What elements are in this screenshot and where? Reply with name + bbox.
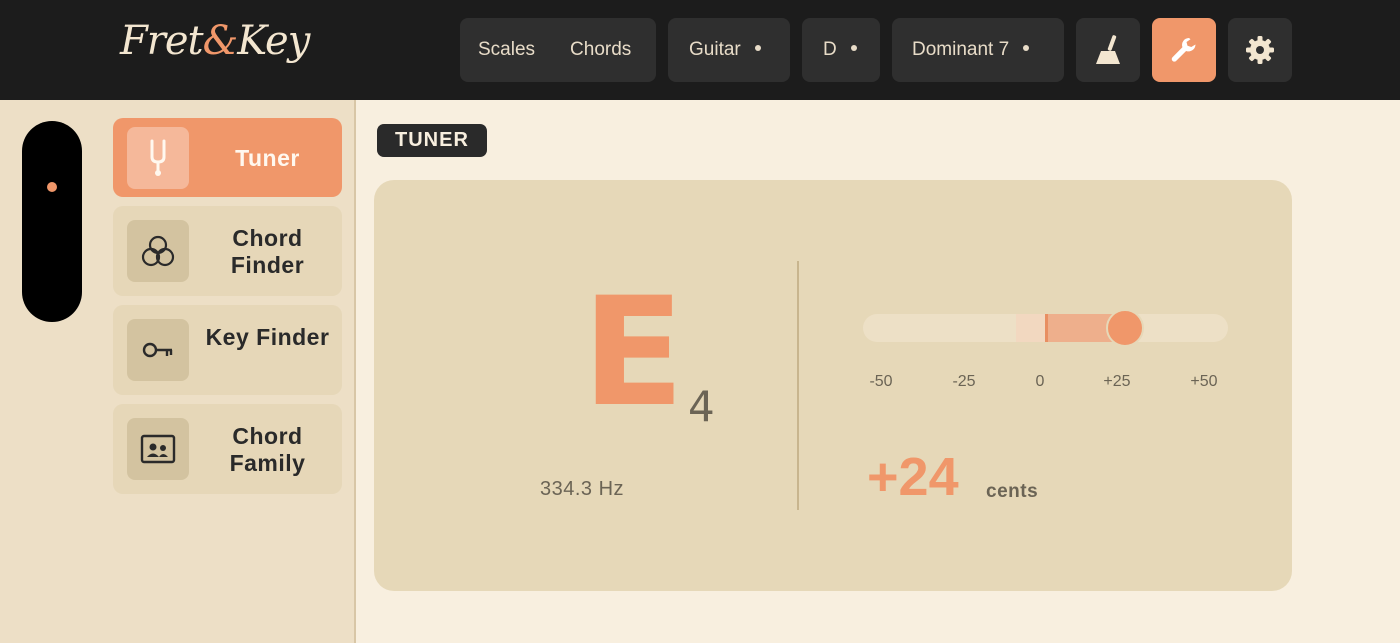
detected-note: E [582,266,685,440]
chord-type-select-value: Dominant 7 [912,39,1010,60]
instrument-select-value: Guitar [689,39,741,60]
key-icon [127,319,189,381]
sidebar-item-key-finder[interactable]: Key Finder [113,305,342,395]
sidebar-item-label: Tuner [235,145,300,171]
scale-tick: 0 [1035,373,1045,390]
cents-unit-label: cents [986,481,1039,502]
tools-button[interactable] [1152,18,1216,82]
root-note-select[interactable]: D [802,18,880,82]
frequency-readout: 334.3 Hz [540,478,625,500]
logo-ampersand: & [202,18,239,64]
cents-meter [863,309,1228,347]
tuning-fork-icon [127,127,189,189]
scale-tick: -50 [869,373,893,390]
note-octave: 4 [688,382,715,431]
scale-tick: +25 [1103,373,1131,390]
sidebar-item-label: Key Finder [205,324,330,350]
logo-text-fret: Fret [120,18,204,64]
root-note-select-value: D [823,39,837,60]
panel-divider [797,261,799,510]
sidebar-item-tuner[interactable]: Tuner [113,118,342,197]
sidebar-item-chord-family[interactable]: Chord Family [113,404,342,494]
dropdown-dot-icon [754,45,761,51]
scrollbar-thumb[interactable] [47,182,57,192]
logo-text-key: Key [237,18,310,64]
gear-icon [1246,36,1274,64]
meter-needle [1105,309,1144,347]
top-bar: Fret&Key Scales Chords Guitar D Dominant… [0,0,1400,100]
scale-tick: +50 [1190,373,1218,390]
contacts-card-icon [127,418,189,480]
side-scrollbar[interactable] [22,121,82,322]
clear-button[interactable] [1076,18,1140,82]
cents-value: +24 [867,447,959,507]
instrument-select[interactable]: Guitar [668,18,790,82]
sidebar-item-chord-finder[interactable]: Chord Finder [113,206,342,296]
scales-tab[interactable]: Scales [478,39,535,61]
wrench-icon [1171,38,1196,62]
sidebar-item-label: Chord Family [229,423,306,476]
chord-type-select[interactable]: Dominant 7 [892,18,1064,82]
settings-button[interactable] [1228,18,1292,82]
scale-tick: -25 [952,373,976,390]
dropdown-dot-icon [1023,45,1030,51]
tuner-panel: E 4 334.3 Hz -50 -25 0 +25 +50 +24 cents [374,180,1292,591]
venn-circles-icon [127,220,189,282]
chords-tab[interactable]: Chords [570,39,631,61]
section-title: TUNER [377,124,487,157]
meter-center-mark [1045,314,1048,342]
app-logo[interactable]: Fret&Key [120,18,310,64]
mode-switcher: Scales Chords [460,18,656,82]
broom-icon [1096,35,1120,64]
dropdown-dot-icon [850,45,857,51]
sidebar-item-label: Chord Finder [230,225,305,278]
